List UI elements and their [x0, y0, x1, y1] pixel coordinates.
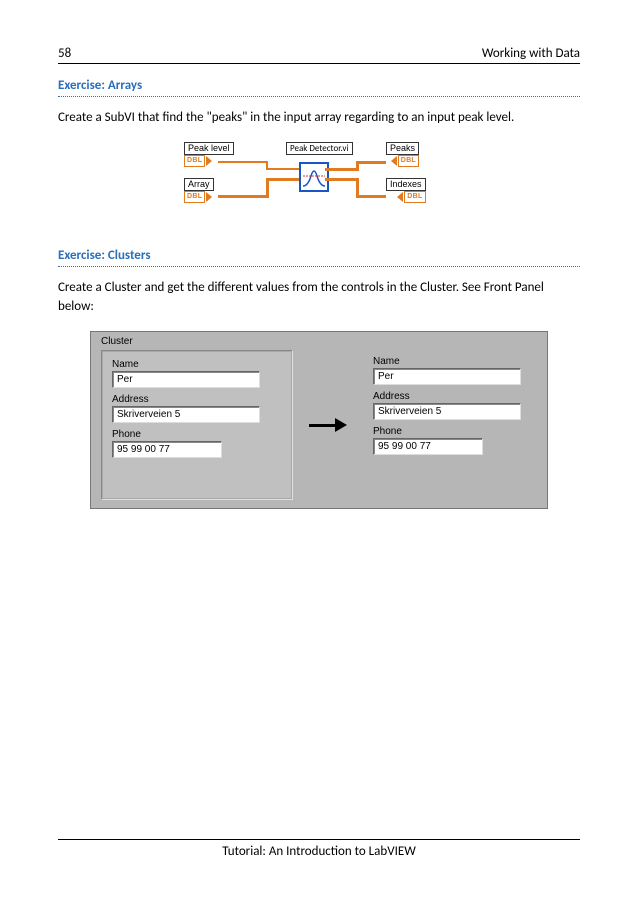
- field-label-phone: Phone: [112, 429, 282, 440]
- block-diagram-figure: Peak level DBL Array DBL Peak Detector.v…: [58, 142, 580, 208]
- cluster-input-name[interactable]: Per: [112, 371, 260, 388]
- dbl-badge: DBL: [184, 191, 205, 203]
- indicator-address: Skriverveien 5: [373, 403, 521, 420]
- indicator-peaks-label: Peaks: [386, 142, 419, 155]
- terminal-arrow-icon: [397, 192, 403, 202]
- wire: [356, 195, 386, 198]
- control-array-label: Array: [184, 178, 214, 191]
- peak-detector-node: [299, 162, 329, 192]
- control-array: Array DBL: [184, 178, 214, 203]
- section-heading-arrays: Exercise: Arrays: [58, 78, 580, 97]
- page-header: 58 Working with Data: [58, 46, 580, 64]
- indicator-label-name: Name: [373, 356, 533, 367]
- wire: [325, 178, 358, 181]
- wire: [218, 161, 268, 163]
- indicator-indexes-label: Indexes: [386, 178, 426, 191]
- indicator-indexes: Indexes DBL: [386, 178, 426, 203]
- terminal-arrow-icon: [391, 156, 397, 166]
- control-peak-level: Peak level DBL: [184, 142, 234, 167]
- field-label-name: Name: [112, 359, 282, 370]
- indicator-phone: 95 99 00 77: [373, 438, 483, 455]
- indicator-label-phone: Phone: [373, 426, 533, 437]
- front-panel: Cluster Name Per Address Skriverveien 5 …: [90, 331, 548, 509]
- cluster-box: Name Per Address Skriverveien 5 Phone 95…: [101, 350, 293, 500]
- indicator-name: Per: [373, 368, 521, 385]
- node-label: Peak Detector.vi: [286, 142, 353, 155]
- field-label-address: Address: [112, 394, 282, 405]
- wire: [266, 168, 299, 170]
- page: 58 Working with Data Exercise: Arrays Cr…: [0, 0, 638, 903]
- cluster-input-address[interactable]: Skriverveien 5: [112, 406, 260, 423]
- wire: [356, 161, 386, 164]
- front-panel-figure: Cluster Name Per Address Skriverveien 5 …: [58, 331, 580, 509]
- wire: [266, 178, 269, 198]
- dbl-badge: DBL: [184, 155, 205, 167]
- section-body-clusters: Create a Cluster and get the different v…: [58, 279, 580, 317]
- wire: [266, 178, 299, 181]
- section-heading-clusters: Exercise: Clusters: [58, 248, 580, 267]
- cluster-input-phone[interactable]: 95 99 00 77: [112, 441, 222, 458]
- control-peak-level-label: Peak level: [184, 142, 234, 155]
- chapter-title: Working with Data: [482, 46, 580, 61]
- terminal-arrow-icon: [206, 156, 212, 166]
- dbl-badge: DBL: [398, 155, 419, 167]
- section-body-arrays: Create a SubVI that find the "peaks" in …: [58, 109, 580, 128]
- peak-curve-icon: [301, 164, 327, 190]
- peak-detector-diagram: Peak level DBL Array DBL Peak Detector.v…: [184, 142, 454, 208]
- page-number: 58: [58, 46, 71, 61]
- wire: [325, 168, 358, 171]
- terminal-arrow-icon: [206, 192, 212, 202]
- dbl-badge: DBL: [404, 191, 425, 203]
- page-footer: Tutorial: An Introduction to LabVIEW: [58, 839, 580, 859]
- indicator-peaks: Peaks DBL: [386, 142, 419, 167]
- indicator-label-address: Address: [373, 391, 533, 402]
- indicator-stack: Name Per Address Skriverveien 5 Phone 95…: [373, 350, 533, 500]
- cluster-label: Cluster: [101, 336, 133, 347]
- wire: [218, 195, 268, 198]
